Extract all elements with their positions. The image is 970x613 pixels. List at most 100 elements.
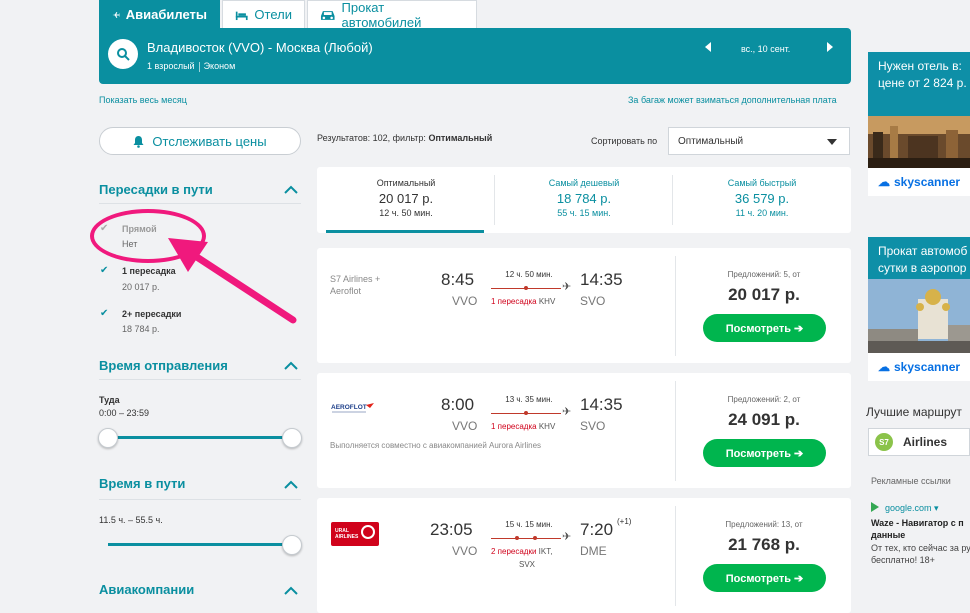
duration-slider-max-handle[interactable]: [282, 535, 302, 555]
tab-hotels-label: Отели: [254, 7, 292, 22]
annotation-arrow-icon: [168, 238, 297, 324]
departure-slider-track[interactable]: [108, 436, 292, 439]
stop-dot: [515, 536, 519, 540]
track-prices-button[interactable]: Отслеживать цены: [99, 127, 301, 155]
tab-cheapest-time: 55 ч. 15 мин.: [557, 208, 611, 218]
duration-slider-track[interactable]: [108, 543, 292, 546]
caret-down-icon: [827, 139, 837, 145]
city-photo: [868, 116, 970, 168]
view-deal-button[interactable]: Посмотреть ➔: [703, 439, 826, 467]
google-play-icon: [871, 502, 879, 512]
tab-car-rental[interactable]: Прокат автомобилей: [307, 0, 477, 30]
aeroflot-logo: AEROFLOT: [331, 403, 374, 413]
stop-airport: IKT,: [538, 547, 553, 556]
track-prices-label: Отслеживать цены: [152, 133, 267, 149]
flight-price: 20 017 р.: [728, 285, 800, 304]
search-button[interactable]: [108, 39, 138, 69]
tab-optimal[interactable]: Оптимальный 20 017 р. 12 ч. 50 мин.: [317, 167, 495, 233]
duration-filter-title[interactable]: Время в пути: [99, 476, 185, 491]
passengers-cabin[interactable]: 1 взрослый Эконом: [147, 61, 235, 72]
passengers-text: 1 взрослый: [147, 61, 195, 71]
google-link[interactable]: google.com ▾: [885, 503, 939, 514]
flight-duration: 12 ч. 50 мин.: [505, 270, 553, 279]
sort-label: Сортировать по: [591, 136, 658, 146]
divider: [99, 499, 301, 500]
chevron-up-icon[interactable]: [284, 480, 298, 490]
car-ad-text: Прокат автомоб сутки в аэропор: [878, 243, 967, 277]
car-rental-ad-banner[interactable]: Прокат автомоб сутки в аэропор ☁ skyscanne…: [868, 237, 970, 381]
tab-hotels[interactable]: Отели: [222, 0, 305, 28]
checkbox-two-stops[interactable]: ✔: [100, 308, 108, 319]
tab-cheapest[interactable]: Самый дешевый 18 784 р. 55 ч. 15 мин.: [495, 167, 673, 233]
codeshare-note: Выполняется совместно с авиакомпанией Au…: [330, 441, 542, 450]
airline-name-line1: S7 Airlines +: [330, 274, 381, 284]
flight-card[interactable]: AEROFLOT 8:00 VVO 13 ч. 35 мин. ✈ 1 пере…: [317, 373, 851, 488]
departure-range: 0:00 – 23:59: [99, 408, 150, 418]
aeroflot-logo-text: AEROFLOT: [331, 404, 367, 411]
search-summary-bar[interactable]: Владивосток (VVO) - Москва (Любой) 1 взр…: [99, 28, 851, 84]
tab-cheapest-price: 18 784 р.: [556, 191, 612, 206]
ural-airlines-logo: URAL AIRLINES: [331, 522, 379, 546]
waze-ad-title-2[interactable]: данные: [871, 530, 905, 540]
cathedral-photo: [868, 279, 970, 353]
waze-ad-title[interactable]: Waze - Навигатор с п: [871, 518, 964, 528]
departure-slider-min-handle[interactable]: [98, 428, 118, 448]
stops-count: 2 пересадки: [491, 547, 537, 556]
chevron-up-icon[interactable]: [284, 185, 298, 195]
arrival-airport: SVO: [580, 419, 606, 433]
departure-time: 8:45: [441, 270, 475, 289]
arrival-airport: SVO: [580, 294, 606, 308]
tab-flights[interactable]: Авиабилеты: [99, 0, 220, 28]
summary-tabs: Оптимальный 20 017 р. 12 ч. 50 мин. Самы…: [317, 167, 851, 233]
divider: [99, 379, 301, 380]
skyscanner-text: skyscanner: [894, 360, 961, 374]
airline-name-line2: Aeroflot: [330, 286, 362, 296]
checkbox-one-stop[interactable]: ✔: [100, 265, 108, 276]
offers-count: Предложений: 5, от: [727, 270, 801, 279]
stops-info: 1 пересадка KHV: [491, 422, 555, 431]
stop-airport: KHV: [538, 422, 556, 431]
stops-count: 1 пересадка: [491, 297, 537, 306]
divider: [675, 256, 676, 356]
hotel-ad-banner[interactable]: Нужен отель в: цене от 2 824 р. ☁ skyscann…: [868, 52, 970, 196]
hotel-ad-text: Нужен отель в: цене от 2 824 р.: [878, 58, 967, 92]
date-text[interactable]: вс., 10 сент.: [741, 44, 790, 54]
baggage-note-link[interactable]: За багаж может взиматься дополнительная …: [628, 95, 837, 105]
sky-icon: ☁: [878, 175, 890, 189]
airlines-filter-title[interactable]: Авиакомпании: [99, 582, 194, 597]
waze-ad-desc: От тех, кто сейчас за ру: [871, 543, 970, 553]
next-date-button[interactable]: [826, 42, 834, 55]
divider: [99, 203, 301, 204]
divider: [675, 506, 676, 606]
tab-fastest[interactable]: Самый быстрый 36 579 р. 11 ч. 20 мин.: [673, 167, 851, 233]
view-deal-button[interactable]: Посмотреть ➔: [703, 564, 826, 592]
departure-time: 8:00: [441, 395, 475, 414]
car-ad-line1: Прокат автомоб: [878, 244, 968, 258]
prev-date-button[interactable]: [704, 42, 712, 55]
flight-card[interactable]: URAL AIRLINES 23:05 VVO 15 ч. 15 мин. ✈ …: [317, 498, 851, 613]
departure-airport: VVO: [452, 544, 478, 558]
departure-filter-title[interactable]: Время отправления: [99, 358, 228, 373]
chevron-up-icon[interactable]: [284, 586, 298, 596]
tab-cheapest-label: Самый дешевый: [548, 178, 620, 188]
arrival-time: 14:35: [580, 270, 623, 289]
view-deal-button[interactable]: Посмотреть ➔: [703, 314, 826, 342]
departure-outbound-label: Туда: [99, 395, 120, 405]
flight-card[interactable]: S7 Airlines + Aeroflot 8:45 VVO 12 ч. 50 …: [317, 248, 851, 363]
sort-select-value: Оптимальный: [678, 135, 744, 147]
chevron-up-icon[interactable]: [284, 361, 298, 371]
flight-price: 24 091 р.: [728, 410, 800, 429]
sort-select[interactable]: Оптимальный: [668, 127, 850, 155]
route-text: Владивосток (VVO) - Москва (Любой): [147, 40, 373, 55]
show-month-link[interactable]: Показать весь месяц: [99, 95, 187, 105]
s7-airlines-link[interactable]: S7 Airlines: [868, 428, 970, 456]
stop-airport-2: SVX: [519, 560, 536, 569]
s7-airlines-label: Airlines: [903, 435, 948, 449]
departure-slider-max-handle[interactable]: [282, 428, 302, 448]
arrival-airport: DME: [580, 544, 607, 558]
stop-airport: KHV: [538, 297, 556, 306]
tab-fastest-label: Самый быстрый: [727, 178, 797, 188]
plane-icon: [112, 11, 120, 18]
stops-filter-title[interactable]: Пересадки в пути: [99, 182, 213, 197]
results-count: Результатов: 102, фильтр:: [317, 133, 429, 143]
